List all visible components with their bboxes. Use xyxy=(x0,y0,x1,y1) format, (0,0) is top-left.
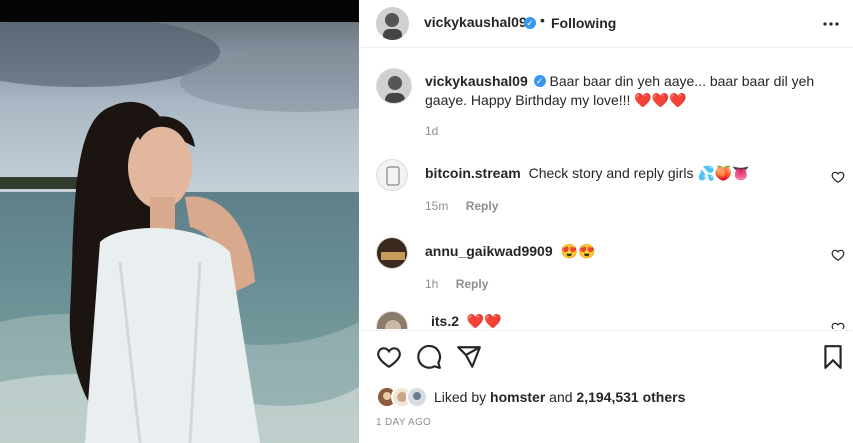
comment-avatar[interactable] xyxy=(376,311,408,329)
photo-top-bar xyxy=(0,0,359,22)
post-image xyxy=(0,22,359,443)
comment-icon[interactable] xyxy=(416,344,442,370)
verified-badge-icon: ✓ xyxy=(533,75,546,88)
comments-section[interactable]: vickykaushal09 ✓ Baar baar din yeh aaye.… xyxy=(359,49,853,329)
caption-text: vickykaushal09 ✓ Baar baar din yeh aaye.… xyxy=(425,72,815,110)
comment-text: its.2 ❤️❤️ xyxy=(431,313,502,329)
following-button[interactable]: Following xyxy=(551,15,616,31)
post-time-ago: 1 DAY AGO xyxy=(376,417,432,428)
comment-emoji: 😍😍 xyxy=(560,243,596,259)
liker-avatar[interactable] xyxy=(406,386,428,408)
comment-text: annu_gaikwad9909 😍😍 xyxy=(425,243,595,260)
heart-icon[interactable] xyxy=(376,344,402,370)
comment-item: bitcoin.stream Check story and reply gir… xyxy=(359,159,853,229)
comment-username[interactable]: annu_gaikwad9909 xyxy=(425,243,553,259)
post-header: vickykaushal09 ✓ • Following xyxy=(359,0,853,48)
likes-prefix: Liked by xyxy=(434,389,487,405)
liker-avatars xyxy=(376,386,432,408)
heart-icon[interactable] xyxy=(831,248,845,262)
heart-icon[interactable] xyxy=(831,321,845,329)
comment-username[interactable]: bitcoin.stream xyxy=(425,165,521,181)
comment-avatar[interactable] xyxy=(376,237,408,269)
comment-meta: 1h Reply xyxy=(425,277,488,291)
share-icon[interactable] xyxy=(456,344,482,370)
caption-emoji: ❤️❤️❤️ xyxy=(634,92,687,108)
comment-avatar[interactable] xyxy=(376,159,408,191)
verified-badge-icon: ✓ xyxy=(524,17,536,29)
separator-dot: • xyxy=(540,12,545,28)
author-avatar[interactable] xyxy=(376,7,409,40)
post-details-panel: vickykaushal09 ✓ • Following vickykausha… xyxy=(359,0,853,443)
comment-item: its.2 ❤️❤️ xyxy=(359,311,853,329)
author-username[interactable]: vickykaushal09 xyxy=(424,14,527,30)
comment-body: Check story and reply girls xyxy=(528,165,694,181)
comment-item: annu_gaikwad9909 😍😍 1h Reply xyxy=(359,237,853,307)
caption-timestamp: 1d xyxy=(425,124,439,138)
comment-text: bitcoin.stream Check story and reply gir… xyxy=(425,165,750,182)
comment-emoji: ❤️❤️ xyxy=(466,313,502,329)
reply-button[interactable]: Reply xyxy=(466,199,499,213)
comment-time: 15m xyxy=(425,199,449,213)
heart-icon[interactable] xyxy=(831,170,845,184)
bookmark-icon[interactable] xyxy=(820,344,846,370)
reply-button[interactable]: Reply xyxy=(456,277,489,291)
comment-time: 1h xyxy=(425,277,439,291)
more-options-icon[interactable] xyxy=(821,14,841,34)
likes-user[interactable]: homster xyxy=(490,389,545,405)
likes-count[interactable]: 2,194,531 others xyxy=(576,389,685,405)
likes-and: and xyxy=(549,389,573,405)
likes-summary[interactable]: Liked by homster and 2,194,531 others xyxy=(434,389,685,405)
caption-username[interactable]: vickykaushal09 xyxy=(425,73,528,89)
comment-emoji: 💦🍑👅 xyxy=(697,165,750,181)
caption-avatar[interactable] xyxy=(376,68,412,104)
comment-username[interactable]: its.2 xyxy=(431,313,459,329)
likes-row: Liked by homster and 2,194,531 others xyxy=(376,386,846,408)
action-bar xyxy=(359,330,853,380)
post-photo[interactable] xyxy=(0,0,359,443)
comment-meta: 15m Reply xyxy=(425,199,498,213)
